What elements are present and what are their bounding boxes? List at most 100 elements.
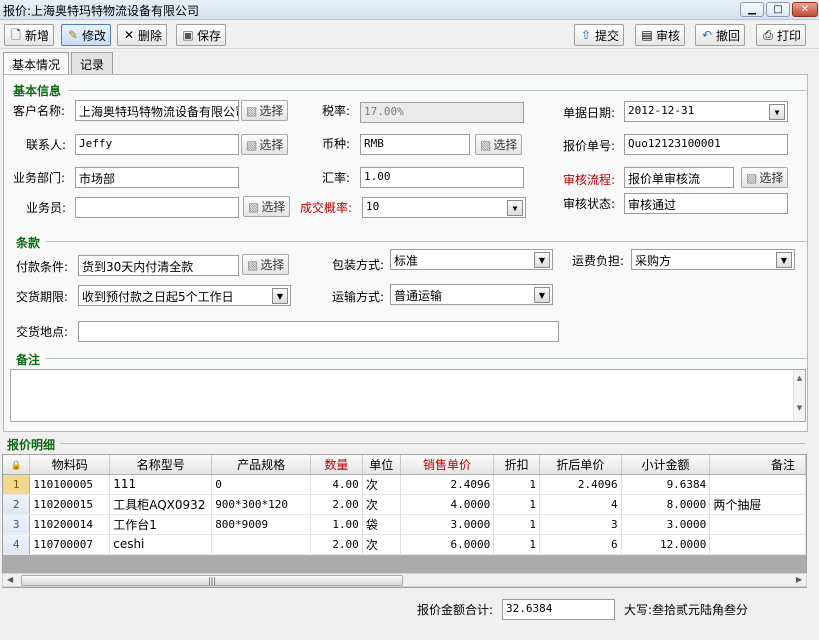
minimize-button[interactable]: ▁ (740, 2, 764, 17)
col-header[interactable]: 折后单价 (539, 455, 622, 475)
unit-price-cell[interactable]: 2.4096 (400, 474, 495, 495)
name-model-cell[interactable]: 111 (109, 474, 213, 495)
new-button[interactable]: 🗋 新增 (4, 24, 55, 46)
probability-select[interactable]: 10 ▼ (362, 197, 526, 218)
spec-cell[interactable]: 0 (211, 474, 311, 495)
unit-cell[interactable]: 次 (362, 474, 401, 495)
row-number[interactable]: 3 (3, 514, 31, 535)
date-picker[interactable]: 2012-12-31 ▼ (624, 101, 788, 122)
quantity-cell[interactable]: 2.00 (310, 494, 363, 515)
material-code-cell[interactable]: 110200014 (29, 514, 111, 535)
row-number[interactable]: 1 (3, 474, 31, 495)
freight-select[interactable]: 采购方 ▼ (631, 249, 795, 270)
col-header[interactable]: 销售单价 (400, 455, 495, 475)
discount-cell[interactable]: 1 (493, 534, 540, 555)
unit-cell[interactable]: 次 (362, 534, 401, 555)
tab-records[interactable]: 记录 (71, 52, 114, 74)
spec-cell[interactable]: 900*300*120 (211, 494, 311, 515)
quote-no-field[interactable]: Quo12123100001 (624, 134, 788, 155)
salesman-select-button[interactable]: ▧ 选择 (243, 196, 291, 217)
name-model-cell[interactable]: ceshi (109, 534, 213, 555)
row-number[interactable]: 4 (3, 534, 31, 555)
delete-button[interactable]: ✕ 删除 (117, 24, 168, 46)
quantity-cell[interactable]: 2.00 (310, 534, 363, 555)
submit-button[interactable]: ⇧ 提交 (574, 24, 625, 46)
name-model-cell[interactable]: 工作台1 (109, 514, 213, 535)
currency-field[interactable]: RMB (360, 134, 470, 155)
table-row[interactable]: 4 110700007 ceshi 2.00 次 6.0000 1 6 12.0… (3, 534, 806, 555)
table-row[interactable]: 3 110200014 工作台1 800*9009 1.00 袋 3.0000 … (3, 514, 806, 535)
discount-cell[interactable]: 1 (493, 494, 540, 515)
rate-field[interactable]: 1.00 (360, 167, 524, 188)
col-header[interactable]: 备注 (709, 455, 806, 475)
col-header[interactable]: 单位 (362, 455, 401, 475)
customer-select-button[interactable]: ▧ 选择 (241, 100, 289, 121)
scroll-up-icon[interactable]: ▲ (794, 374, 805, 382)
payment-field[interactable]: 货到30天内付清全款 (78, 255, 239, 276)
edit-button[interactable]: ✎ 修改 (61, 24, 112, 46)
subtotal-cell[interactable]: 9.6384 (621, 474, 711, 495)
col-header[interactable]: 名称型号 (109, 455, 213, 475)
subtotal-cell[interactable]: 3.0000 (621, 514, 711, 535)
discount-cell[interactable]: 1 (493, 514, 540, 535)
col-header[interactable]: 产品规格 (211, 455, 311, 475)
print-button[interactable]: ⎙ 打印 (756, 24, 807, 46)
remark-cell[interactable]: 两个抽屉 (709, 494, 806, 515)
close-button[interactable]: ✕ (792, 2, 818, 17)
remark-cell[interactable] (709, 534, 806, 555)
dept-field[interactable]: 市场部 (75, 167, 239, 188)
discounted-price-cell[interactable]: 4 (539, 494, 622, 515)
unit-price-cell[interactable]: 6.0000 (400, 534, 495, 555)
tab-basic-info[interactable]: 基本情况 (3, 52, 70, 75)
row-indicator-header[interactable]: 🔒 (3, 455, 31, 475)
unit-price-cell[interactable]: 3.0000 (400, 514, 495, 535)
remark-cell[interactable] (709, 474, 806, 495)
remarks-textarea[interactable]: ▲ ▼ (10, 369, 806, 422)
flow-field[interactable]: 报价单审核流 (624, 167, 734, 188)
quantity-cell[interactable]: 4.00 (310, 474, 363, 495)
unit-cell[interactable]: 次 (362, 494, 401, 515)
discounted-price-cell[interactable]: 6 (539, 534, 622, 555)
discounted-price-cell[interactable]: 3 (539, 514, 622, 535)
scroll-right-icon[interactable]: ▶ (796, 575, 802, 584)
name-model-cell[interactable]: 工具柜AQX0932 (109, 494, 213, 515)
status-field[interactable]: 审核通过 (624, 193, 788, 214)
table-row[interactable]: 2 110200015 工具柜AQX0932 900*300*120 2.00 … (3, 494, 806, 515)
material-code-cell[interactable]: 110100005 (29, 474, 111, 495)
discounted-price-cell[interactable]: 2.4096 (539, 474, 622, 495)
transport-select[interactable]: 普通运输 ▼ (390, 284, 553, 305)
payment-select-button[interactable]: ▧ 选择 (242, 254, 290, 275)
remark-cell[interactable] (709, 514, 806, 535)
revoke-button[interactable]: ↶ 撤回 (695, 24, 746, 46)
material-code-cell[interactable]: 110700007 (29, 534, 111, 555)
packing-select[interactable]: 标准 ▼ (390, 249, 553, 270)
subtotal-cell[interactable]: 12.0000 (621, 534, 711, 555)
col-header[interactable]: 折扣 (493, 455, 540, 475)
unit-price-cell[interactable]: 4.0000 (400, 494, 495, 515)
delivery-place-field[interactable] (78, 321, 559, 342)
col-header[interactable]: 物料码 (29, 455, 111, 475)
table-row[interactable]: 1 110100005 111 0 4.00 次 2.4096 1 2.4096… (3, 474, 806, 495)
spec-cell[interactable]: 800*9009 (211, 514, 311, 535)
contact-field[interactable]: Jeffy (75, 134, 239, 155)
flow-select-button[interactable]: ▧ 选择 (741, 167, 789, 188)
unit-cell[interactable]: 袋 (362, 514, 401, 535)
remarks-scrollbar[interactable]: ▲ ▼ (793, 370, 805, 421)
contact-select-button[interactable]: ▧ 选择 (241, 134, 289, 155)
scrollbar-thumb[interactable]: ||| (21, 575, 403, 586)
scroll-left-icon[interactable]: ◀ (7, 575, 13, 584)
col-header[interactable]: 数量 (310, 455, 363, 475)
delivery-term-select[interactable]: 收到预付款之日起5个工作日 ▼ (78, 285, 291, 306)
currency-select-button[interactable]: ▧ 选择 (475, 134, 523, 155)
spec-cell[interactable] (211, 534, 311, 555)
col-header[interactable]: 小计金额 (621, 455, 711, 475)
scroll-down-icon[interactable]: ▼ (794, 404, 805, 412)
subtotal-cell[interactable]: 8.0000 (621, 494, 711, 515)
discount-cell[interactable]: 1 (493, 474, 540, 495)
salesman-field[interactable] (75, 197, 239, 218)
save-button[interactable]: ▣ 保存 (176, 24, 227, 46)
maximize-button[interactable]: □ (766, 2, 790, 17)
material-code-cell[interactable]: 110200015 (29, 494, 111, 515)
grid-horizontal-scrollbar[interactable]: ◀ ||| ▶ (2, 573, 807, 587)
customer-field[interactable]: 上海奥特玛特物流设备有限公司 (75, 100, 239, 121)
